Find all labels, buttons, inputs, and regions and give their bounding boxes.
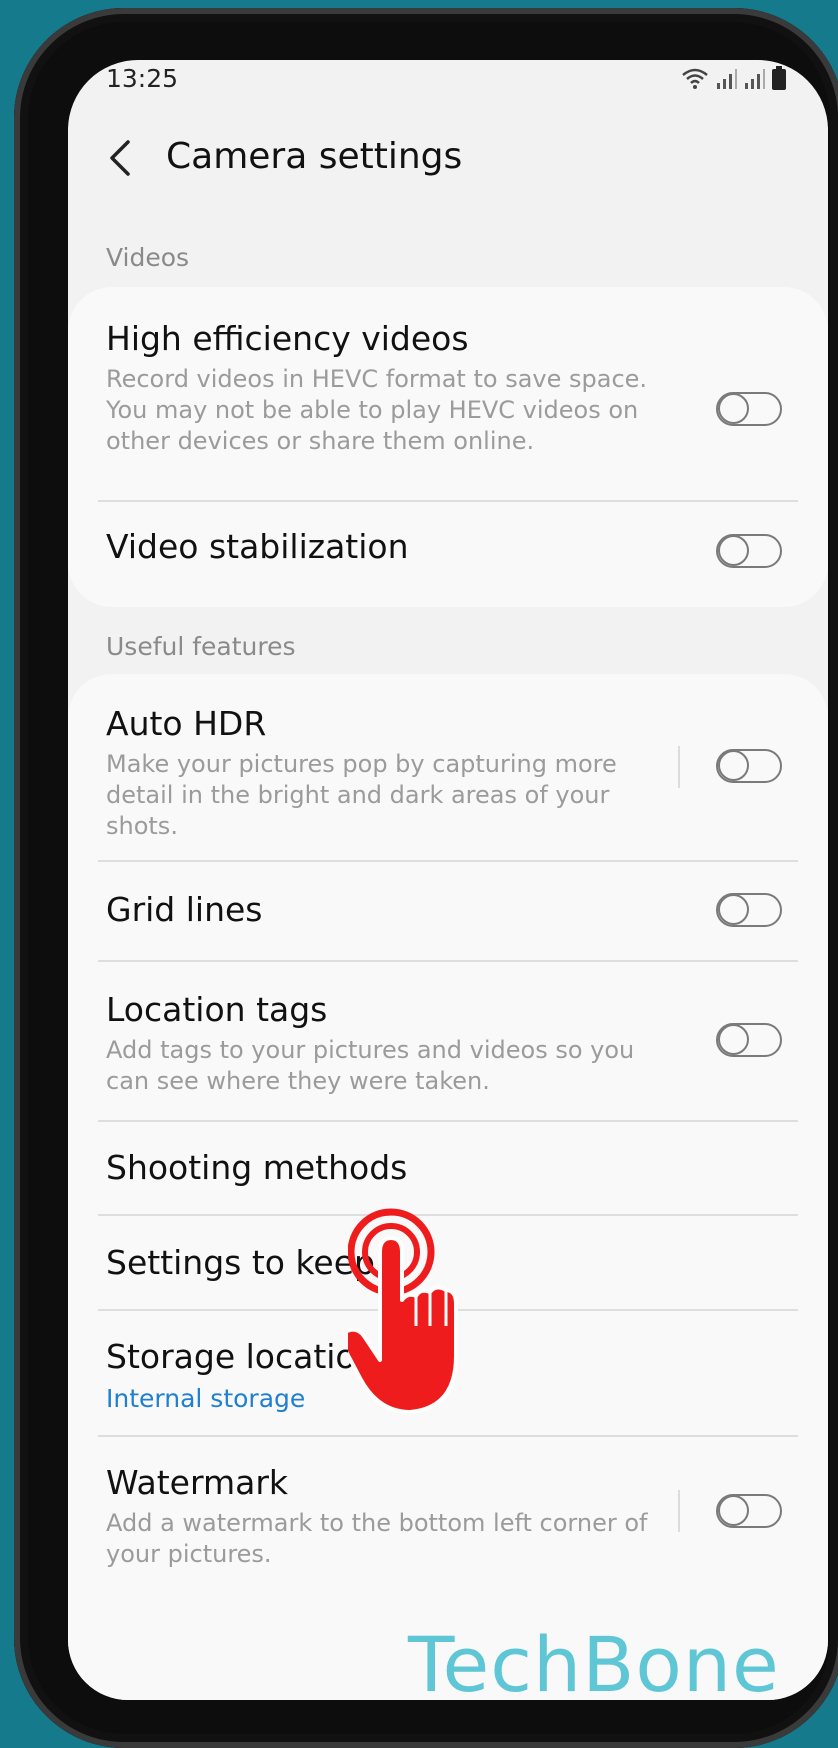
location-tags-toggle[interactable] <box>716 1023 782 1057</box>
setting-title: High efficiency videos <box>106 319 469 358</box>
status-icons <box>680 66 786 90</box>
techbone-watermark: TechBone <box>408 1620 780 1709</box>
toggle-knob <box>718 1495 749 1526</box>
setting-shooting-methods[interactable]: Shooting methods <box>106 1148 808 1187</box>
tap-hand-icon <box>348 1208 458 1414</box>
setting-grid-lines[interactable]: Grid lines <box>106 890 808 929</box>
auto-hdr-toggle[interactable] <box>716 749 782 783</box>
divider <box>98 1435 798 1437</box>
setting-location-tags[interactable]: Location tags Add tags to your pictures … <box>106 990 808 1097</box>
vertical-separator <box>678 1490 680 1532</box>
setting-description: Make your pictures pop by capturing more… <box>106 750 617 840</box>
setting-video-stabilization[interactable]: Video stabilization <box>106 527 808 566</box>
divider <box>98 860 798 862</box>
watermark-toggle[interactable] <box>716 1494 782 1528</box>
back-arrow-icon[interactable] <box>102 138 142 178</box>
section-label-videos: Videos <box>106 243 190 272</box>
setting-title: Watermark <box>106 1463 289 1502</box>
videos-card: High efficiency videos Record videos in … <box>68 287 828 607</box>
toggle-knob <box>718 1024 749 1055</box>
setting-auto-hdr[interactable]: Auto HDR Make your pictures pop by captu… <box>106 704 808 842</box>
toggle-knob <box>718 393 749 424</box>
divider <box>98 960 798 962</box>
toggle-knob <box>718 535 749 566</box>
divider <box>98 1120 798 1122</box>
setting-title: Auto HDR <box>106 704 267 743</box>
page-title: Camera settings <box>166 136 463 177</box>
signal-icon-1 <box>717 69 737 89</box>
signal-icon-2 <box>745 69 765 89</box>
battery-icon <box>772 66 786 90</box>
setting-title: Video stabilization <box>106 527 409 566</box>
setting-description: Add tags to your pictures and videos so … <box>106 1036 635 1095</box>
useful-features-card: Auto HDR Make your pictures pop by captu… <box>68 674 828 1700</box>
phone-frame: 13:25 Camera settings Videos High effici… <box>14 8 838 1748</box>
divider <box>98 500 798 502</box>
high-efficiency-videos-toggle[interactable] <box>716 392 782 426</box>
screen: 13:25 Camera settings Videos High effici… <box>68 60 828 1700</box>
grid-lines-toggle[interactable] <box>716 893 782 927</box>
setting-description: Record videos in HEVC format to save spa… <box>106 365 648 455</box>
setting-title: Shooting methods <box>106 1148 408 1187</box>
setting-watermark[interactable]: Watermark Add a watermark to the bottom … <box>106 1463 808 1570</box>
status-bar: 13:25 <box>68 60 828 104</box>
setting-description: Add a watermark to the bottom left corne… <box>106 1509 648 1568</box>
vertical-separator <box>678 746 680 788</box>
setting-title: Grid lines <box>106 890 263 929</box>
video-stabilization-toggle[interactable] <box>716 534 782 568</box>
toggle-knob <box>718 894 749 925</box>
toggle-knob <box>718 750 749 781</box>
section-label-useful-features: Useful features <box>106 632 296 661</box>
setting-title: Location tags <box>106 990 328 1029</box>
wifi-icon <box>682 68 708 89</box>
setting-high-efficiency-videos[interactable]: High efficiency videos Record videos in … <box>106 319 808 457</box>
app-bar: Camera settings <box>68 122 828 198</box>
status-time: 13:25 <box>106 64 179 93</box>
